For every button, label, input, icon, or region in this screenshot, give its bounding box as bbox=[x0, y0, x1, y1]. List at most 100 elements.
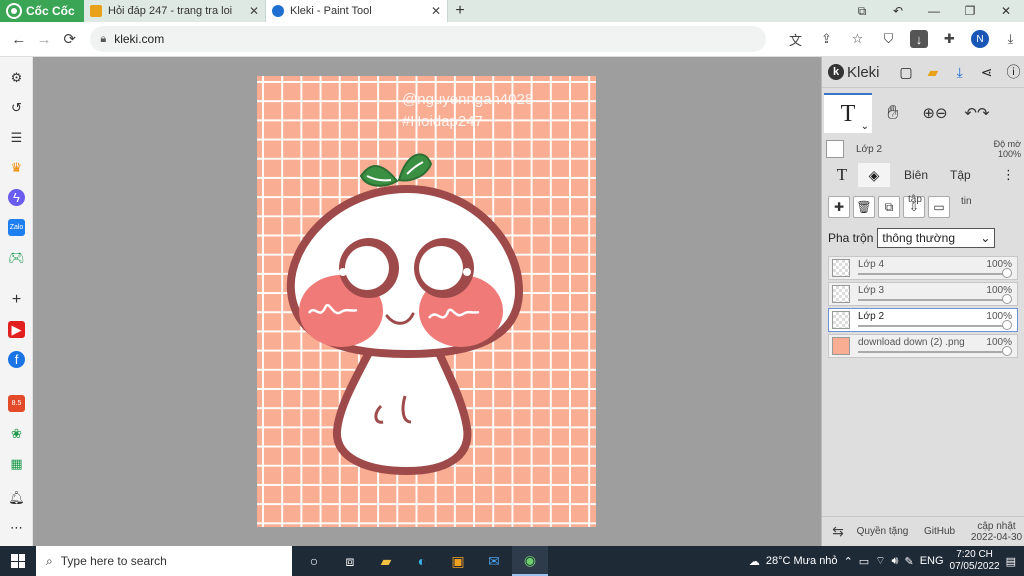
more-dots-icon[interactable]: ⋯ bbox=[8, 519, 25, 536]
opacity-slider-knob[interactable] bbox=[1002, 268, 1012, 278]
youtube-icon[interactable]: ▶ bbox=[8, 321, 25, 338]
add-sidebar-item-icon[interactable]: + bbox=[8, 291, 25, 308]
network-icon[interactable]: ⌔ bbox=[875, 554, 885, 568]
more-vertical-icon[interactable]: ⋮ bbox=[1002, 167, 1021, 183]
opacity-slider-track[interactable] bbox=[858, 299, 1007, 301]
updated-date: 2022-04-30 bbox=[970, 531, 1023, 543]
new-tab-button[interactable]: + bbox=[448, 0, 472, 22]
new-image-icon[interactable]: ▢ bbox=[896, 61, 917, 83]
bookmark-star-icon[interactable]: ☆ bbox=[844, 29, 871, 49]
layer-row-background-image[interactable]: download down (2) .png 100% bbox=[828, 334, 1018, 358]
facebook-icon[interactable]: f bbox=[8, 351, 25, 368]
layer-row-lop-2[interactable]: Lớp 2 100% bbox=[828, 308, 1018, 332]
history-icon[interactable]: ↺ bbox=[8, 99, 25, 116]
undo-redo-icon[interactable]: ↶↷ bbox=[956, 93, 998, 133]
maximize-icon[interactable]: ❐ bbox=[952, 0, 988, 22]
opacity-slider-track[interactable] bbox=[858, 351, 1007, 353]
reload-icon[interactable]: ⟳ bbox=[57, 30, 82, 48]
weather-text[interactable]: 28°C Mưa nhỏ bbox=[766, 555, 838, 567]
save-download-icon[interactable]: ⤓ bbox=[949, 61, 970, 83]
taskbar-search-box[interactable]: ⌕ Type here to search bbox=[36, 546, 292, 576]
tab-layers-icon[interactable]: ◈ bbox=[858, 163, 890, 187]
help-icon[interactable]: ⓘ bbox=[1003, 61, 1024, 83]
opacity-slider-track[interactable] bbox=[858, 325, 1007, 327]
download-video-icon[interactable]: ↓ bbox=[910, 30, 928, 48]
zalo-icon[interactable]: Zalo bbox=[8, 219, 25, 236]
url-input[interactable]: 🔒︎ kleki.com bbox=[90, 26, 766, 52]
tab-hoidap[interactable]: Hỏi đáp 247 - trang tra loi ✕ bbox=[84, 0, 266, 22]
cortana-circle-icon[interactable]: ○ bbox=[296, 546, 332, 576]
start-button[interactable] bbox=[0, 554, 36, 568]
close-window-icon[interactable]: ✕ bbox=[988, 0, 1024, 22]
sprout-icon[interactable]: ❀ bbox=[8, 425, 25, 442]
crown-icon[interactable]: ♛ bbox=[8, 159, 25, 176]
file-explorer-icon[interactable]: ▰ bbox=[368, 546, 404, 576]
downloads-icon[interactable]: ⤓ bbox=[997, 29, 1024, 49]
blend-mode-select[interactable]: thông thường ⌄ bbox=[877, 228, 996, 248]
text-tool-button[interactable]: T ⌄ bbox=[824, 93, 872, 133]
battery-icon[interactable]: ▭ bbox=[859, 555, 869, 568]
changelog-link[interactable]: cập nhật 2022-04-30 bbox=[968, 521, 1024, 543]
restore-arrow-icon[interactable]: ↶ bbox=[880, 0, 916, 22]
swap-panel-icon[interactable]: ⇆ bbox=[822, 524, 854, 538]
volume-icon[interactable]: 🔊︎ bbox=[892, 555, 899, 568]
back-arrow-icon[interactable]: ← bbox=[6, 31, 31, 48]
opacity-slider-knob[interactable] bbox=[1002, 294, 1012, 304]
minimize-icon[interactable]: — bbox=[916, 0, 952, 22]
tool-dropdown-chevron-icon[interactable]: ⌄ bbox=[861, 121, 869, 132]
coccoc-menu-button[interactable]: Cốc Cốc bbox=[0, 0, 84, 22]
opacity-slider-track[interactable] bbox=[858, 273, 1007, 275]
mail-icon[interactable]: ✉ bbox=[476, 546, 512, 576]
pen-icon[interactable]: ✎ bbox=[904, 555, 913, 568]
notification-bell-icon[interactable]: 🔔︎ bbox=[8, 489, 25, 506]
weather-cloud-icon[interactable]: ☁ bbox=[749, 555, 760, 568]
edge-browser-icon[interactable]: ◐ bbox=[404, 546, 440, 576]
rename-layer-button[interactable]: ▭ bbox=[928, 196, 950, 218]
privacy-link[interactable]: Quyền tặng bbox=[854, 526, 911, 537]
screenshot-icon[interactable]: ⧉ bbox=[844, 0, 880, 22]
canvas-workspace[interactable]: @nguyenngan4028 #Hoidap247 bbox=[33, 57, 821, 546]
profile-avatar[interactable]: N bbox=[971, 30, 989, 48]
opacity-slider-knob[interactable] bbox=[1002, 320, 1012, 330]
open-folder-icon[interactable]: ▰ bbox=[922, 61, 943, 83]
lock-icon: 🔒︎ bbox=[100, 32, 107, 45]
clock[interactable]: 7:20 CH 07/05/2022 bbox=[950, 549, 1000, 573]
layer-row-lop-4[interactable]: Lớp 4 100% bbox=[828, 256, 1018, 280]
reading-list-icon[interactable]: ☰ bbox=[8, 129, 25, 146]
forward-arrow-icon[interactable]: → bbox=[31, 31, 56, 48]
hand-tool-icon[interactable]: ✋︎ bbox=[872, 93, 914, 133]
delete-layer-button[interactable]: 🗑︎ bbox=[853, 196, 875, 218]
tab-tool-settings[interactable]: T bbox=[826, 165, 858, 185]
opacity-slider-knob[interactable] bbox=[1002, 346, 1012, 356]
microsoft-store-icon[interactable]: ▣ bbox=[440, 546, 476, 576]
share-icon[interactable]: ⋖ bbox=[976, 61, 997, 83]
layer-thumbnail bbox=[832, 259, 850, 277]
coccoc-taskbar-icon[interactable]: ◉ bbox=[512, 546, 548, 576]
close-tab-icon[interactable]: ✕ bbox=[249, 4, 259, 18]
messenger-icon[interactable]: ϟ bbox=[8, 189, 25, 206]
task-view-icon[interactable]: ⧈ bbox=[332, 546, 368, 576]
drawing-canvas[interactable]: @nguyenngan4028 #Hoidap247 bbox=[257, 76, 596, 527]
sale-app-icon[interactable]: 8.5 bbox=[8, 395, 25, 412]
shield-icon[interactable]: ⛉ bbox=[875, 29, 902, 49]
add-layer-button[interactable]: ✚ bbox=[828, 196, 850, 218]
layer-row-lop-3[interactable]: Lớp 3 100% bbox=[828, 282, 1018, 306]
spreadsheet-icon[interactable]: ▦ bbox=[8, 455, 25, 472]
tab-edge[interactable]: Biên bbox=[904, 168, 928, 182]
mushroom-character-illustration bbox=[286, 153, 524, 475]
settings-gear-icon[interactable]: ⚙ bbox=[8, 69, 25, 86]
translate-icon[interactable]: 文 bbox=[782, 29, 809, 49]
notifications-icon[interactable]: ▤ bbox=[1006, 555, 1016, 568]
show-hidden-icons-chevron[interactable]: ⌃ bbox=[844, 555, 853, 568]
close-tab-icon[interactable]: ✕ bbox=[431, 4, 441, 18]
language-indicator[interactable]: ENG bbox=[920, 555, 944, 567]
game-controller-icon[interactable]: 🎮︎ bbox=[8, 249, 25, 266]
tab-kleki[interactable]: Kleki - Paint Tool ✕ bbox=[266, 0, 448, 22]
clock-time: 7:20 CH bbox=[956, 549, 993, 560]
tab-file[interactable]: Tập bbox=[950, 168, 971, 182]
extensions-puzzle-icon[interactable]: ✚ bbox=[936, 29, 963, 49]
zoom-in-out-icon[interactable]: ⊕⊖ bbox=[914, 93, 956, 133]
share-icon[interactable]: ⇪ bbox=[813, 29, 840, 49]
github-link[interactable]: GitHub bbox=[911, 526, 968, 537]
duplicate-layer-button[interactable]: ⧉ bbox=[878, 196, 900, 218]
